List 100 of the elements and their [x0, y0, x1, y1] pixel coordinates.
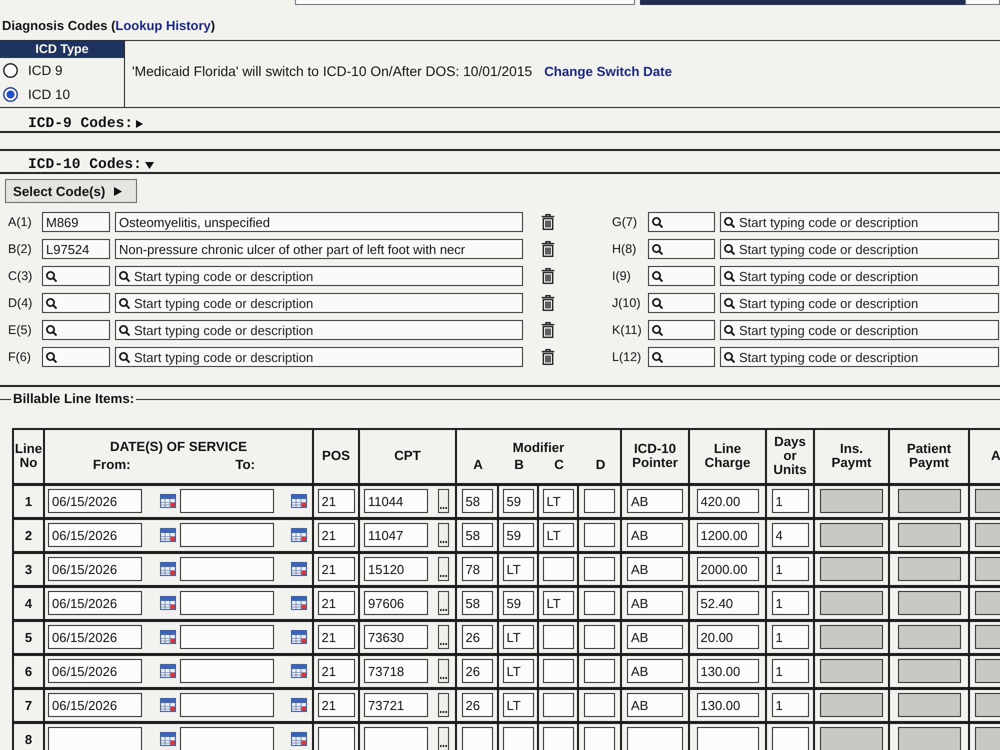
cpt-field[interactable]: 11044 [364, 489, 428, 513]
modifier-field[interactable] [584, 693, 615, 717]
modifier-field[interactable] [584, 591, 615, 615]
lookup-button[interactable] [438, 693, 449, 717]
lookup-button[interactable] [438, 727, 449, 750]
description-field[interactable]: Start typing code or description [115, 293, 523, 313]
modifier-field[interactable]: 59 [502, 489, 534, 513]
charge-field[interactable]: 52.40 [696, 591, 758, 615]
modifier-field[interactable]: LT [542, 591, 574, 615]
modifier-field[interactable] [584, 659, 615, 683]
code-field[interactable] [42, 293, 110, 313]
modifier-field[interactable]: 58 [462, 523, 492, 547]
description-field[interactable]: Non-pressure chronic ulcer of other part of left foot with necr [115, 239, 523, 259]
modifier-field[interactable]: 59 [502, 591, 534, 615]
modifier-field[interactable]: 59 [502, 523, 534, 547]
pointer-field[interactable]: AB [627, 523, 683, 547]
tab[interactable] [965, 0, 1000, 5]
pointer-field[interactable]: AB [627, 693, 683, 717]
code-field[interactable] [648, 347, 715, 367]
code-field[interactable] [648, 239, 715, 259]
pos-field[interactable]: 21 [318, 659, 354, 683]
modifier-field[interactable] [462, 727, 492, 750]
date-field[interactable]: 06/15/2026 [48, 591, 142, 615]
tab[interactable] [295, 0, 635, 5]
date-field[interactable]: 06/15/2026 [48, 523, 142, 547]
calendar-icon[interactable] [160, 664, 176, 678]
calendar-icon[interactable] [291, 664, 307, 678]
calendar-icon[interactable] [291, 562, 307, 576]
calendar-icon[interactable] [291, 732, 307, 746]
modifier-field[interactable]: LT [502, 659, 534, 683]
units-field[interactable]: 1 [772, 489, 808, 513]
pointer-field[interactable]: AB [627, 659, 683, 683]
calendar-icon[interactable] [160, 630, 176, 644]
date-field[interactable] [180, 489, 274, 513]
charge-field[interactable]: 1200.00 [696, 523, 758, 547]
calendar-icon[interactable] [291, 596, 307, 610]
charge-field[interactable]: 130.00 [696, 659, 758, 683]
lookup-history-link[interactable]: Lookup History [115, 18, 211, 33]
trash-icon[interactable] [541, 295, 555, 311]
units-field[interactable] [772, 727, 808, 750]
description-field[interactable]: Start typing code or description [720, 266, 999, 286]
description-field[interactable]: Start typing code or description [720, 320, 999, 340]
units-field[interactable]: 1 [772, 693, 808, 717]
code-field[interactable] [648, 266, 715, 286]
radio-label[interactable]: ICD 9 [28, 62, 63, 78]
calendar-icon[interactable] [160, 562, 176, 576]
pos-field[interactable]: 21 [318, 489, 354, 513]
units-field[interactable]: 1 [772, 591, 808, 615]
modifier-field[interactable] [584, 523, 615, 547]
lookup-button[interactable] [438, 591, 449, 615]
cpt-field[interactable]: 73630 [364, 625, 428, 649]
date-field[interactable]: 06/15/2026 [48, 557, 142, 581]
description-field[interactable]: Start typing code or description [115, 266, 523, 286]
lookup-button[interactable] [438, 625, 449, 649]
date-field[interactable] [180, 557, 274, 581]
code-field[interactable]: M869 [42, 212, 110, 232]
modifier-field[interactable] [584, 489, 615, 513]
charge-field[interactable]: 130.00 [696, 693, 758, 717]
radio-label[interactable]: ICD 10 [28, 86, 70, 102]
modifier-field[interactable] [542, 659, 574, 683]
code-field[interactable] [42, 320, 110, 340]
cpt-field[interactable]: 73718 [364, 659, 428, 683]
cpt-field[interactable]: 97606 [364, 591, 428, 615]
trash-icon[interactable] [541, 268, 555, 284]
pointer-field[interactable]: AB [627, 625, 683, 649]
modifier-field[interactable]: LT [542, 523, 574, 547]
caret-right-icon[interactable] [136, 120, 144, 128]
cpt-field[interactable]: 11047 [364, 523, 428, 547]
caret-down-icon[interactable] [144, 162, 154, 168]
modifier-field[interactable] [502, 727, 534, 750]
code-field[interactable] [648, 320, 715, 340]
date-field[interactable] [180, 523, 274, 547]
description-field[interactable]: Start typing code or description [720, 293, 999, 313]
pointer-field[interactable] [627, 727, 683, 750]
lookup-button[interactable] [438, 523, 449, 547]
date-field[interactable] [180, 625, 274, 649]
description-field[interactable]: Start typing code or description [720, 347, 999, 367]
pos-field[interactable]: 21 [318, 625, 354, 649]
section-legend[interactable]: ICD-10 Codes: [28, 158, 142, 172]
lookup-button[interactable] [438, 557, 449, 581]
date-field[interactable] [180, 659, 274, 683]
radio-button[interactable] [3, 62, 18, 78]
date-field[interactable]: 06/15/2026 [48, 659, 142, 683]
trash-icon[interactable] [541, 322, 555, 338]
modifier-field[interactable] [584, 625, 615, 649]
code-field[interactable] [42, 266, 110, 286]
calendar-icon[interactable] [160, 528, 176, 542]
charge-field[interactable] [696, 727, 758, 750]
date-field[interactable] [180, 693, 274, 717]
change-switch-date-link[interactable]: Change Switch Date [544, 64, 672, 80]
units-field[interactable]: 1 [772, 659, 808, 683]
calendar-icon[interactable] [160, 732, 176, 746]
description-field[interactable]: Start typing code or description [720, 212, 999, 232]
units-field[interactable]: 1 [772, 557, 808, 581]
date-field[interactable]: 06/15/2026 [48, 625, 142, 649]
section-legend[interactable]: ICD-9 Codes: [28, 117, 134, 131]
modifier-field[interactable]: 58 [462, 591, 492, 615]
description-field[interactable]: Start typing code or description [720, 239, 999, 259]
modifier-field[interactable]: 26 [462, 659, 492, 683]
code-field[interactable] [42, 347, 110, 367]
